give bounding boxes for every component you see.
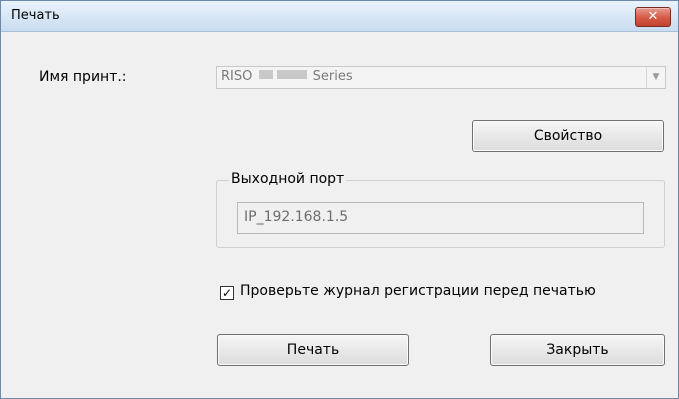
close-icon: ✕: [647, 9, 659, 24]
printer-name-label: Имя принт.:: [39, 69, 127, 85]
close-window-button[interactable]: ✕: [635, 7, 671, 27]
output-port-value: IP_192.168.1.5: [244, 209, 349, 225]
window-title: Печать: [11, 8, 60, 23]
print-dialog: Печать ✕ Имя принт.: RISO Series ▼ Свойс…: [0, 0, 679, 399]
print-button[interactable]: Печать: [217, 334, 409, 366]
output-port-group: Выходной порт IP_192.168.1.5: [216, 171, 665, 248]
redacted-text: [276, 70, 307, 79]
printer-name-suffix: Series: [312, 69, 353, 84]
chevron-down-icon[interactable]: ▼: [646, 67, 665, 88]
log-check-checkbox[interactable]: ✓: [220, 286, 234, 300]
printer-name-value: RISO Series: [221, 69, 353, 84]
close-button[interactable]: Закрыть: [490, 334, 665, 366]
output-port-label: Выходной порт: [229, 171, 347, 187]
printer-name-prefix: RISO: [221, 69, 253, 84]
printer-name-select[interactable]: RISO Series ▼: [216, 66, 666, 89]
log-check-label[interactable]: Проверьте журнал регистрации перед печат…: [240, 283, 596, 299]
dialog-body: Имя принт.: RISO Series ▼ Свойство Выход…: [9, 32, 670, 393]
redacted-text: [258, 70, 273, 79]
title-bar[interactable]: Печать ✕: [1, 1, 678, 32]
properties-button[interactable]: Свойство: [472, 120, 664, 152]
output-port-field[interactable]: IP_192.168.1.5: [237, 202, 644, 234]
